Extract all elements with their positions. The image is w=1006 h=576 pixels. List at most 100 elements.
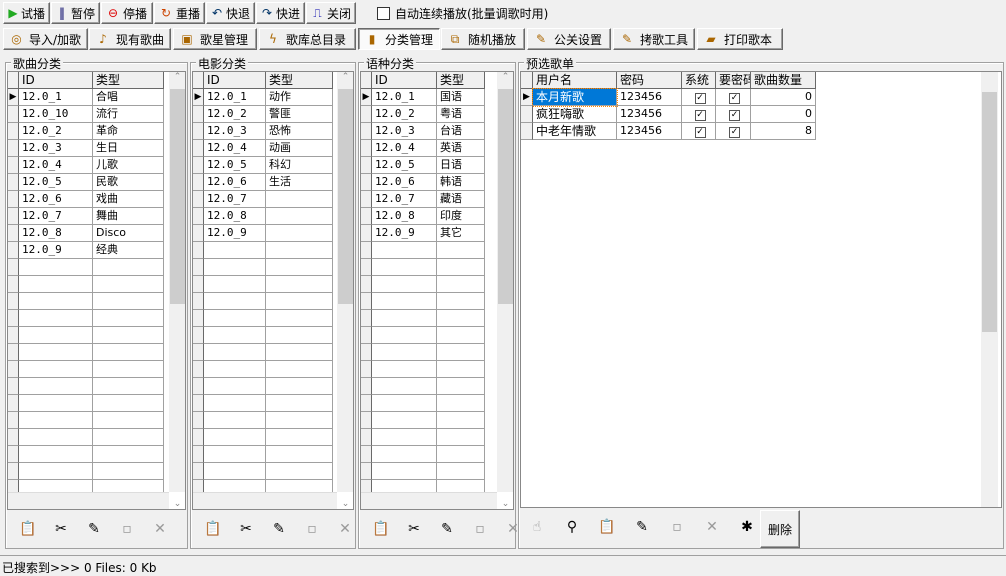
- horizontal-scrollbar[interactable]: [8, 492, 169, 509]
- grid-cell[interactable]: [204, 276, 266, 293]
- grid-cell[interactable]: 123456: [617, 123, 682, 140]
- row-indicator[interactable]: [193, 344, 204, 361]
- grid-cell[interactable]: [437, 412, 485, 429]
- column-header[interactable]: ID: [372, 72, 437, 89]
- table-row[interactable]: [361, 242, 485, 259]
- grid-cell[interactable]: [437, 395, 485, 412]
- tab-4[interactable]: ▮ 分类管理: [358, 28, 440, 50]
- table-row[interactable]: 12.0_9 其它: [361, 225, 485, 242]
- grid-cell[interactable]: [93, 412, 164, 429]
- table-row[interactable]: ▶ 12.0_1 国语: [361, 89, 485, 106]
- column-header[interactable]: 类型: [93, 72, 164, 89]
- row-indicator[interactable]: [361, 140, 372, 157]
- table-row[interactable]: 12.0_2 革命: [8, 123, 164, 140]
- table-row[interactable]: 中老年情歌 123456 ✓ ✓ 8: [521, 123, 816, 140]
- tab-8[interactable]: ▰ 打印歌本: [697, 28, 783, 50]
- column-header[interactable]: 歌曲数量: [751, 72, 816, 89]
- table-row[interactable]: ▶ 12.0_1 动作: [193, 89, 333, 106]
- grid-cell[interactable]: 藏语: [437, 191, 485, 208]
- save-icon[interactable]: ▫: [470, 521, 490, 541]
- grid-cell[interactable]: 12.0_5: [19, 174, 93, 191]
- grid-cell[interactable]: [266, 344, 333, 361]
- grid-cell[interactable]: ✓: [716, 89, 751, 106]
- grid-cell[interactable]: 8: [751, 123, 816, 140]
- grid-cell[interactable]: [372, 412, 437, 429]
- grid-cell[interactable]: [93, 446, 164, 463]
- grid-cell[interactable]: [19, 310, 93, 327]
- table-row[interactable]: 12.0_8 印度: [361, 208, 485, 225]
- delete-button[interactable]: 删除: [760, 510, 800, 548]
- row-indicator[interactable]: [193, 191, 204, 208]
- paste-icon[interactable]: 📋: [597, 519, 617, 539]
- close-x-icon[interactable]: ✕: [702, 519, 722, 539]
- table-row[interactable]: [361, 463, 485, 480]
- row-indicator[interactable]: [8, 310, 19, 327]
- row-indicator[interactable]: [193, 463, 204, 480]
- table-row[interactable]: 12.0_4 儿歌: [8, 157, 164, 174]
- grid-cell[interactable]: 12.0_3: [204, 123, 266, 140]
- table-row[interactable]: [361, 344, 485, 361]
- table-row[interactable]: 12.0_3 生日: [8, 140, 164, 157]
- table-row[interactable]: [193, 276, 333, 293]
- shuffle-icon[interactable]: ✱: [737, 519, 757, 539]
- save-icon[interactable]: ▫: [117, 521, 137, 541]
- grid-cell[interactable]: 12.0_7: [372, 191, 437, 208]
- grid-cell[interactable]: 戏曲: [93, 191, 164, 208]
- grid-cell[interactable]: [437, 293, 485, 310]
- row-indicator[interactable]: [193, 174, 204, 191]
- grid-cell[interactable]: 经典: [93, 242, 164, 259]
- grid-cell[interactable]: [266, 463, 333, 480]
- checkbox[interactable]: ✓: [694, 110, 706, 121]
- grid-cell[interactable]: [372, 327, 437, 344]
- grid-cell[interactable]: [93, 378, 164, 395]
- grid-cell[interactable]: 舞曲: [93, 208, 164, 225]
- grid-cell[interactable]: [93, 344, 164, 361]
- row-indicator[interactable]: [8, 412, 19, 429]
- grid-cell[interactable]: 台语: [437, 123, 485, 140]
- grid-cell[interactable]: [19, 259, 93, 276]
- grid-cell[interactable]: [437, 361, 485, 378]
- table-row[interactable]: [361, 378, 485, 395]
- row-indicator[interactable]: [521, 123, 533, 140]
- save-icon[interactable]: ▫: [302, 521, 322, 541]
- table-row[interactable]: [8, 429, 164, 446]
- grid-cell[interactable]: [266, 276, 333, 293]
- table-row[interactable]: 12.0_3 台语: [361, 123, 485, 140]
- grid-cell[interactable]: [437, 446, 485, 463]
- table-row[interactable]: [8, 361, 164, 378]
- grid-cell[interactable]: [204, 463, 266, 480]
- grid-cell[interactable]: [93, 463, 164, 480]
- grid-cell[interactable]: [204, 242, 266, 259]
- row-indicator[interactable]: [8, 225, 19, 242]
- table-row[interactable]: 12.0_6 韩语: [361, 174, 485, 191]
- grid-cell[interactable]: [437, 242, 485, 259]
- grid-cell[interactable]: ✓: [682, 123, 716, 140]
- grid-cell[interactable]: [93, 276, 164, 293]
- tab-3[interactable]: ϟ 歌库总目录: [259, 28, 356, 50]
- grid-cell[interactable]: [19, 293, 93, 310]
- grid-cell[interactable]: [266, 242, 333, 259]
- grid-cell[interactable]: 其它: [437, 225, 485, 242]
- toolbar-button-6[interactable]: ⎍ 关闭: [306, 2, 356, 24]
- table-row[interactable]: [193, 463, 333, 480]
- scrollbar-thumb[interactable]: [498, 89, 513, 304]
- row-indicator[interactable]: [193, 378, 204, 395]
- table-row[interactable]: [193, 412, 333, 429]
- toolbar-button-2[interactable]: ⊖ 停播: [101, 2, 153, 24]
- auto-play-checkbox[interactable]: [377, 7, 390, 20]
- edit-icon[interactable]: ✎: [84, 521, 104, 541]
- grid-cell[interactable]: [204, 293, 266, 310]
- row-indicator[interactable]: [361, 395, 372, 412]
- row-indicator[interactable]: [361, 225, 372, 242]
- table-row[interactable]: 12.0_6 戏曲: [8, 191, 164, 208]
- grid-cell[interactable]: 12.0_1: [372, 89, 437, 106]
- grid-cell[interactable]: 12.0_7: [19, 208, 93, 225]
- grid-cell[interactable]: [204, 395, 266, 412]
- grid-cell[interactable]: [266, 395, 333, 412]
- paste-icon[interactable]: 📋: [371, 521, 391, 541]
- toolbar-button-5[interactable]: ↷ 快进: [256, 2, 305, 24]
- grid-cell[interactable]: Disco: [93, 225, 164, 242]
- row-indicator[interactable]: [361, 327, 372, 344]
- row-indicator[interactable]: [8, 208, 19, 225]
- grid-cell[interactable]: 12.0_8: [204, 208, 266, 225]
